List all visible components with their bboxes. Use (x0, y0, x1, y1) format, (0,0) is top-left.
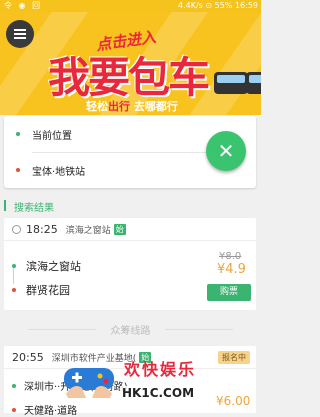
destination-dot-icon (12, 288, 16, 292)
destination-dot-icon (12, 407, 16, 412)
clear-destination-button[interactable]: ✕ (206, 131, 246, 171)
search-results-title: 搜索结果 (14, 203, 54, 214)
status-right-info: 4.4K/s ⊙ 55% 16:59 (178, 1, 258, 10)
section-accent-bar (4, 200, 6, 211)
route-stop-to: 群贤花园 (4, 282, 70, 298)
stop-to-name: 群贤花园 (26, 284, 70, 297)
banner-tagline: 轻松出行 去哪都行 (86, 98, 178, 114)
crowd-section-title: 众筹线路 (0, 322, 261, 338)
origin-dot-icon (12, 264, 16, 268)
route-result-card[interactable]: 18:25 滨海之窗站 始 滨海之窗站 群贤花园 ¥8.0 ¥4.9 购票 (4, 218, 256, 310)
bus-illustration (214, 72, 248, 94)
bus-illustration (246, 72, 261, 94)
stop-from-name: 滨海之窗站 (26, 260, 81, 273)
original-price: ¥8.0 (219, 251, 242, 262)
destination-label: 宝体·地铁站 (32, 166, 86, 178)
buy-ticket-button[interactable]: 购票 (207, 284, 251, 301)
discount-price: ¥4.9 (217, 262, 246, 277)
gamepad-hand-icon (64, 368, 114, 398)
crowd-departure-time: 20:55 (12, 350, 44, 364)
tagline-post: 去哪都行 (130, 100, 178, 113)
promo-banner[interactable]: 点击进入 我要包车 轻松出行 去哪都行 (0, 12, 261, 115)
route-header: 18:25 滨海之窗站 始 (4, 218, 256, 241)
search-results-header: 搜索结果 (0, 198, 261, 214)
banner-headline: 我要包车 (48, 53, 210, 102)
departure-time: 18:25 (26, 222, 58, 236)
current-location-row[interactable]: 当前位置 (4, 116, 204, 152)
status-left-icons: 令 ◉ 回 (4, 1, 43, 10)
origin-dot-icon (16, 132, 20, 136)
route-stop-from: 滨海之窗站 (4, 258, 81, 274)
signup-status-badge: 报名中 (218, 351, 250, 364)
menu-button[interactable] (6, 20, 34, 48)
start-tag: 始 (113, 223, 126, 235)
clock-icon (12, 224, 21, 234)
destination-row[interactable]: 宝体·地铁站 (4, 152, 204, 188)
crowd-price: ¥6.00 (216, 394, 251, 408)
destination-dot-icon (16, 168, 20, 172)
tagline-highlight: 出行 (108, 100, 130, 113)
current-location-label: 当前位置 (32, 130, 72, 142)
tagline-pre: 轻松 (86, 100, 108, 113)
status-bar: 令 ◉ 回 4.4K/s ⊙ 55% 16:59 (0, 0, 261, 12)
watermark-title: 欢快娱乐 (124, 360, 197, 379)
close-icon: ✕ (217, 139, 235, 163)
watermark-url: HK1C.COM (120, 386, 197, 400)
watermark-overlay: 欢快娱乐 HK1C.COM (60, 350, 220, 413)
start-station: 滨海之窗站 (65, 225, 111, 236)
hamburger-icon (14, 33, 26, 35)
origin-dot-icon (12, 383, 16, 388)
